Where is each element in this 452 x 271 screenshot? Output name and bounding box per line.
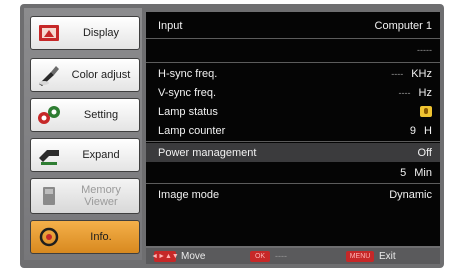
memory-viewer-icon [35, 183, 63, 209]
sidebar-item-label: Display [82, 27, 120, 39]
row-value: Off [417, 146, 432, 159]
info-row-input-detail: ----- [146, 40, 440, 59]
info-row-power-management: Power management Off [146, 143, 440, 162]
sidebar-item-label: Color adjust [71, 69, 131, 81]
row-value: 5 [400, 166, 407, 179]
row-label: H-sync freq. [158, 67, 218, 80]
exit-label: Exit [379, 250, 396, 262]
divider [146, 62, 440, 63]
ok-hint: OK ---- [250, 250, 287, 262]
exit-hint: MENU Exit [346, 250, 396, 262]
info-row-input: Input Computer 1 [146, 16, 440, 35]
row-value-placeholder: ---- [398, 87, 411, 98]
row-value-placeholder: ---- [391, 68, 404, 79]
row-unit: H [424, 124, 432, 137]
info-row-lamp-counter: Lamp counter 9 H [146, 121, 440, 140]
sidebar-item-label: Expand [82, 149, 120, 161]
row-unit: KHz [411, 67, 432, 80]
sidebar-item-color-adjust[interactable]: Color adjust [30, 58, 140, 92]
row-value: 9 [409, 124, 417, 137]
info-row-image-mode: Image mode Dynamic [146, 185, 440, 204]
move-key-icon: ◄►▲▼ [151, 250, 179, 262]
key-guide-bar: ◄►▲▼ Move OK ---- MENU Exit [146, 248, 440, 264]
ok-label: ---- [275, 251, 287, 261]
display-icon [35, 20, 63, 46]
sidebar-item-label: Memory Viewer [81, 184, 121, 208]
sidebar-item-label: Info. [90, 231, 112, 243]
row-value: Dynamic [389, 188, 432, 201]
info-panel: Input Computer 1 ----- H-sync freq. ----… [146, 12, 440, 246]
sidebar: Display Color adjust Setting Expand Memo… [24, 8, 142, 260]
ok-key-icon: OK [250, 250, 270, 262]
move-label: Move [181, 250, 206, 262]
divider [146, 38, 440, 39]
row-label: Lamp status [158, 105, 218, 118]
divider [146, 183, 440, 184]
row-unit: Hz [418, 86, 432, 99]
sidebar-item-setting[interactable]: Setting [30, 98, 140, 132]
sidebar-item-info[interactable]: Info. [30, 220, 140, 254]
info-row-vsync: V-sync freq. ---- Hz [146, 83, 440, 102]
info-row-power-timer: 5 Min [146, 163, 440, 182]
row-label: V-sync freq. [158, 86, 217, 99]
sidebar-item-label: Setting [83, 109, 119, 121]
sidebar-item-memory-viewer[interactable]: Memory Viewer [30, 178, 140, 214]
lamp-status-icon [420, 106, 432, 117]
info-icon [35, 224, 63, 250]
row-value: ----- [417, 44, 432, 55]
info-row-hsync: H-sync freq. ---- KHz [146, 64, 440, 83]
row-label: Power management [158, 146, 257, 159]
divider [146, 141, 440, 142]
row-unit: Min [414, 166, 432, 179]
row-label: Lamp counter [158, 124, 226, 137]
menu-key-icon: MENU [346, 250, 374, 262]
info-row-lamp-status: Lamp status [146, 102, 440, 121]
color-adjust-icon [35, 62, 63, 88]
row-value: Computer 1 [374, 19, 432, 32]
move-hint: ◄►▲▼ Move [151, 250, 206, 262]
sidebar-item-display[interactable]: Display [30, 16, 140, 50]
setting-icon [35, 102, 63, 128]
row-label: Input [158, 19, 183, 32]
expand-icon [35, 142, 63, 168]
sidebar-item-expand[interactable]: Expand [30, 138, 140, 172]
row-label: Image mode [158, 188, 220, 201]
